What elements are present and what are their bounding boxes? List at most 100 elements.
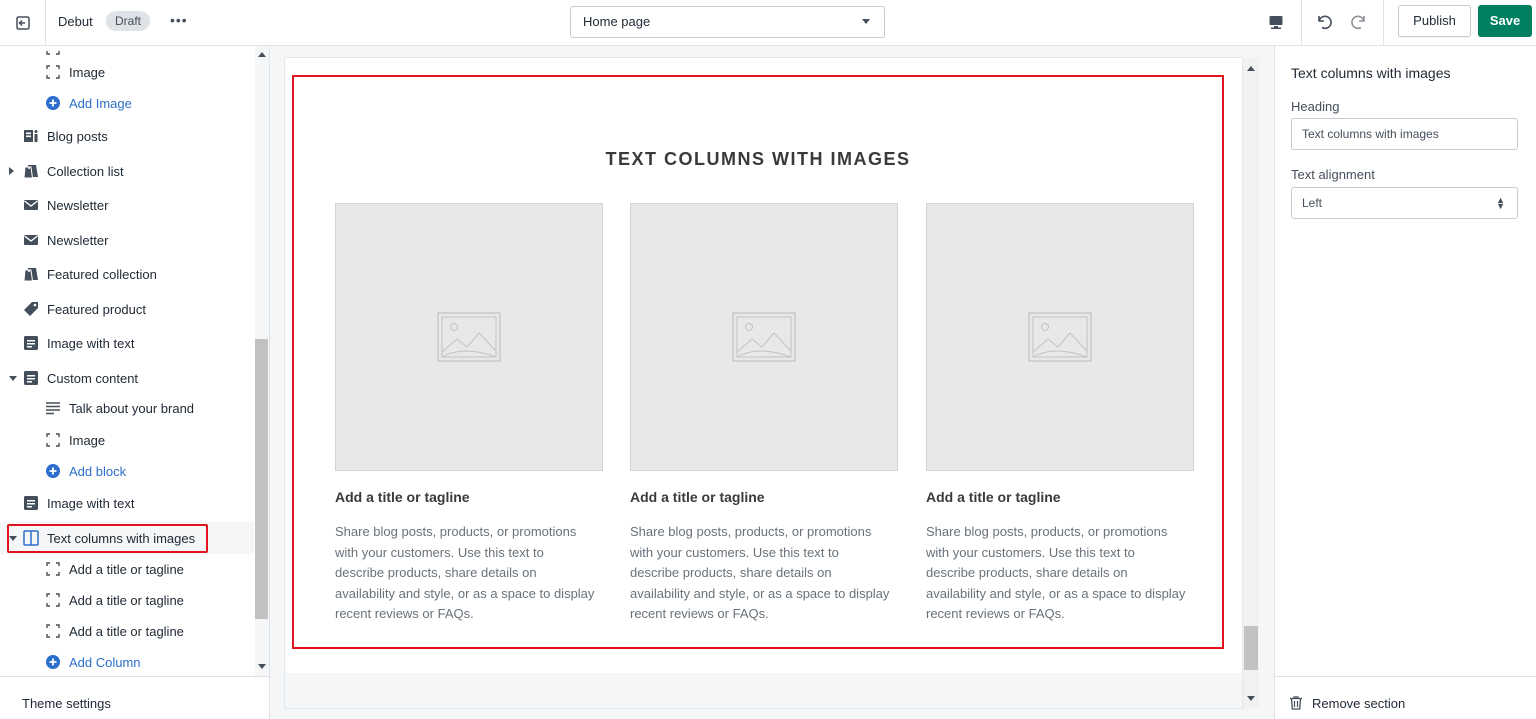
sidebar-item-featured-product[interactable]: Featured product <box>0 293 254 325</box>
collection-icon <box>23 165 38 179</box>
sidebar-item-label: Image with text <box>47 336 135 351</box>
sidebar-item-custom-content[interactable]: Custom content <box>0 362 254 394</box>
sections-sidebar: Image Add Image Blog posts Collection li… <box>0 46 270 719</box>
scroll-down-icon[interactable] <box>258 664 266 669</box>
text-alignment-select[interactable]: Left ▲ ▼ <box>1291 187 1518 219</box>
image-block-icon <box>46 433 60 447</box>
undo-icon <box>1318 15 1332 30</box>
text-column[interactable]: Add a title or tagline Share blog posts,… <box>926 203 1194 625</box>
sidebar-item-label: Image <box>69 65 106 80</box>
sidebar-item-column-2[interactable]: Add a title or tagline <box>0 584 254 616</box>
text-column[interactable]: Add a title or tagline Share blog posts,… <box>630 203 898 625</box>
theme-settings-button[interactable]: Theme settings <box>0 676 270 719</box>
heading-input[interactable]: Text columns with images <box>1291 118 1518 150</box>
image-block-icon <box>46 51 60 55</box>
remove-section-button[interactable]: Remove section <box>1275 676 1536 719</box>
panel-title: Text columns with images <box>1291 65 1451 81</box>
image-placeholder-icon <box>732 312 796 362</box>
sidebar-item-label: Add Image <box>69 96 132 111</box>
collapse-arrow-icon[interactable] <box>9 376 17 381</box>
sidebar-item-talk-about-brand[interactable]: Talk about your brand <box>0 392 254 424</box>
collection-icon <box>23 268 38 282</box>
exit-editor-button[interactable] <box>0 0 46 46</box>
sidebar-item-newsletter[interactable]: Newsletter <box>0 189 254 221</box>
sidebar-item-newsletter-2[interactable]: Newsletter <box>0 224 254 256</box>
image-block-icon <box>46 562 60 576</box>
sidebar-item-label: Image with text <box>47 496 135 511</box>
column-title: Add a title or tagline <box>926 489 1061 505</box>
scroll-up-icon[interactable] <box>1247 66 1255 71</box>
column-text: Share blog posts, products, or promotion… <box>926 524 1186 621</box>
sidebar-item-label: Newsletter <box>47 233 109 248</box>
sidebar-item-label: Image <box>69 433 106 448</box>
save-button[interactable]: Save <box>1478 5 1532 37</box>
column-title: Add a title or tagline <box>335 489 470 505</box>
sidebar-item-image[interactable]: Image <box>0 56 254 88</box>
expand-arrow-icon[interactable] <box>9 167 14 175</box>
select-arrows-icon: ▲ ▼ <box>1496 195 1505 211</box>
undo-button[interactable] <box>1310 8 1338 36</box>
scrollbar-thumb[interactable] <box>1244 626 1258 670</box>
sidebar-item-label: Blog posts <box>47 129 108 144</box>
top-bar: Debut Draft ••• Home page Publish Save <box>0 0 1536 46</box>
sidebar-item-image[interactable]: Image <box>0 424 254 456</box>
add-column-button[interactable]: Add Column <box>0 646 254 676</box>
sidebar-item-blog-posts[interactable]: Blog posts <box>0 120 254 152</box>
remove-section-label: Remove section <box>1312 696 1406 711</box>
desktop-icon <box>1269 16 1283 29</box>
sidebar-item-label: Add Column <box>69 655 141 670</box>
sidebar-item-label: Featured product <box>47 302 147 317</box>
desktop-view-button[interactable] <box>1262 8 1290 36</box>
redo-icon <box>1351 15 1365 30</box>
section-heading: TEXT COLUMNS WITH IMAGES <box>605 149 911 169</box>
sidebar-item-label: Talk about your brand <box>69 401 195 416</box>
image-block-icon <box>46 593 60 607</box>
envelope-icon <box>24 235 38 245</box>
image-placeholder <box>926 203 1194 471</box>
sidebar-item-label: Featured collection <box>47 267 157 282</box>
column-title: Add a title or tagline <box>630 489 765 505</box>
scrollbar-thumb[interactable] <box>255 339 268 619</box>
add-block-button[interactable]: Add block <box>0 455 254 487</box>
selection-highlight <box>7 524 208 553</box>
sidebar-item-label: Add a title or tagline <box>69 593 184 608</box>
sidebar-item-label: Collection list <box>47 164 124 179</box>
section-icon <box>24 336 38 350</box>
add-circle-icon <box>46 464 60 478</box>
text-column[interactable]: Add a title or tagline Share blog posts,… <box>335 203 603 625</box>
sidebar-item-label: Custom content <box>47 371 139 386</box>
publish-button[interactable]: Publish <box>1398 5 1471 37</box>
sidebar-scrollbar[interactable] <box>255 46 269 676</box>
image-placeholder-icon <box>1028 312 1092 362</box>
sidebar-item-featured-collection[interactable]: Featured collection <box>0 258 254 290</box>
more-actions-icon[interactable]: ••• <box>170 12 188 28</box>
text-lines-icon <box>46 402 60 415</box>
sidebar-item-column-1[interactable]: Add a title or tagline <box>0 553 254 585</box>
redo-button[interactable] <box>1345 8 1373 36</box>
toolbar-divider <box>1301 0 1302 46</box>
sidebar-item-label: Add a title or tagline <box>69 562 184 577</box>
sidebar-item-image-with-text-2[interactable]: Image with text <box>0 487 254 519</box>
add-image-button[interactable]: Add Image <box>0 87 254 119</box>
sidebar-item-column-3[interactable]: Add a title or tagline <box>0 615 254 647</box>
toolbar-divider <box>1383 0 1384 46</box>
page-selector[interactable]: Home page <box>570 6 885 38</box>
status-badge: Draft <box>106 11 151 31</box>
preview-footer-area <box>285 673 1242 708</box>
sections-list: Image Add Image Blog posts Collection li… <box>0 46 254 676</box>
selected-section-outline[interactable]: TEXT COLUMNS WITH IMAGES Add a title or … <box>292 75 1224 649</box>
sidebar-item-collection-list[interactable]: Collection list <box>0 155 254 187</box>
trash-icon <box>1290 696 1302 710</box>
sidebar-item-image-with-text[interactable]: Image with text <box>0 327 254 359</box>
section-icon <box>24 496 38 510</box>
sidebar-item-label: Add a title or tagline <box>69 624 184 639</box>
heading-label: Heading <box>1291 99 1340 114</box>
blog-icon <box>24 130 38 142</box>
scroll-up-icon[interactable] <box>258 52 266 57</box>
preview-scrollbar[interactable] <box>1243 58 1259 708</box>
scroll-down-icon[interactable] <box>1247 696 1255 701</box>
text-alignment-label: Text alignment <box>1291 167 1375 182</box>
add-circle-icon <box>46 655 60 669</box>
store-preview: TEXT COLUMNS WITH IMAGES Add a title or … <box>285 58 1242 708</box>
page-selector-value: Home page <box>583 14 651 29</box>
